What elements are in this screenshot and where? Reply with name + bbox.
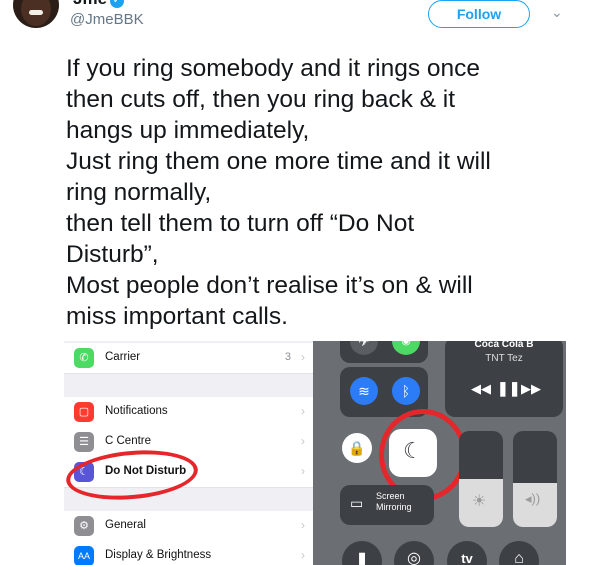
verified-badge-icon: ✓ (110, 0, 124, 8)
apple-tv-icon[interactable]: tv (447, 541, 487, 565)
notifications-icon: ▢ (74, 402, 94, 422)
home-icon[interactable]: ⌂ (499, 541, 539, 565)
author-handle[interactable]: @JmeBBK (70, 11, 144, 28)
chevron-right-icon: › (301, 548, 305, 562)
network-name: TNT Tez (485, 353, 523, 364)
connectivity-tile: ✈ ◉ (340, 341, 428, 363)
control-centre-icon: ☰ (74, 432, 94, 452)
tweet-line: miss important calls. (66, 303, 288, 330)
screen-mirroring-button[interactable]: ▭ Screen Mirroring (340, 485, 434, 525)
music-tile: Coca Cola B TNT Tez ◀◀ ❚❚ ▶▶ (445, 341, 563, 417)
brightness-slider[interactable]: ☀ (459, 431, 503, 527)
tweet-text: If you ring somebody and it rings once t… (66, 53, 581, 332)
tweet-line: ring normally, (66, 179, 212, 206)
carrier-name: Coca Cola B (474, 341, 534, 350)
tweet-line: If you ring somebody and it rings once (66, 55, 481, 82)
flashlight-icon[interactable]: ▮ (342, 541, 382, 565)
rotation-lock-icon[interactable]: 🔒 (342, 433, 372, 463)
tweet-line: then tell them to turn off “Do Not (66, 210, 415, 237)
author-name[interactable]: Jme (73, 0, 107, 9)
airplane-icon[interactable]: ✈ (350, 341, 378, 355)
screen-mirroring-label: Screen Mirroring (376, 491, 412, 512)
phone-icon: ✆ (74, 348, 94, 368)
settings-row-label: Notifications (105, 405, 168, 417)
chevron-right-icon: › (301, 518, 305, 532)
chevron-right-icon: › (301, 464, 305, 478)
tweet-line: Just ring them one more time and it will (66, 148, 491, 175)
fast-forward-icon[interactable]: ▶▶ (521, 381, 541, 397)
settings-row-value: 3 (284, 351, 291, 363)
tweet-line: Most people don’t realise it’s on & will (66, 272, 473, 299)
attached-image[interactable]: ✆ Carrier 3 › ▢ Notifications › ☰ C Cent… (64, 341, 566, 565)
sun-icon: ☀ (472, 493, 487, 510)
follow-button[interactable]: Follow (428, 0, 530, 28)
avatar-smile (29, 10, 43, 15)
chevron-right-icon: › (301, 404, 305, 418)
tweet-line: then cuts off, then you ring back & it (66, 86, 456, 113)
chevron-down-icon[interactable]: ⌄ (551, 4, 563, 21)
settings-row-label: Display & Brightness (105, 549, 212, 561)
ios-settings-panel: ✆ Carrier 3 › ▢ Notifications › ☰ C Cent… (64, 341, 313, 565)
settings-row-display-brightness[interactable]: AA Display & Brightness › (64, 541, 313, 565)
cellular-icon[interactable]: ◉ (392, 341, 420, 355)
chevron-right-icon: › (301, 350, 305, 364)
settings-row-control-centre[interactable]: ☰ C Centre › (64, 427, 313, 458)
avatar[interactable] (13, 0, 59, 28)
settings-row-general[interactable]: ⚙ General › (64, 511, 313, 542)
settings-row-label: Carrier (105, 351, 141, 363)
display-icon: AA (74, 546, 94, 565)
tweet-line: hangs up immediately, (66, 117, 310, 144)
control-centre-panel: ✈ ◉ ≋ ᛒ Coca Cola B TNT Tez ◀◀ ❚❚ ▶▶ 🔒 ☾… (313, 341, 566, 565)
gear-icon: ⚙ (74, 516, 94, 536)
settings-row-carrier[interactable]: ✆ Carrier 3 › (64, 343, 313, 374)
speaker-icon: ◂)) (525, 491, 541, 506)
timer-icon[interactable]: ◎ (394, 541, 434, 565)
settings-row-label: C Centre (105, 435, 152, 447)
pause-icon[interactable]: ❚❚ (497, 380, 520, 397)
tweet-line: Disturb”, (66, 241, 159, 268)
rewind-icon[interactable]: ◀◀ (471, 381, 491, 397)
settings-row-label: General (105, 519, 146, 531)
chevron-right-icon: › (301, 434, 305, 448)
settings-row-notifications[interactable]: ▢ Notifications › (64, 397, 313, 428)
wifi-icon[interactable]: ≋ (350, 377, 378, 405)
screen-mirroring-icon: ▭ (350, 495, 364, 511)
bluetooth-icon[interactable]: ᛒ (392, 377, 420, 405)
volume-slider[interactable]: ◂)) (513, 431, 557, 527)
